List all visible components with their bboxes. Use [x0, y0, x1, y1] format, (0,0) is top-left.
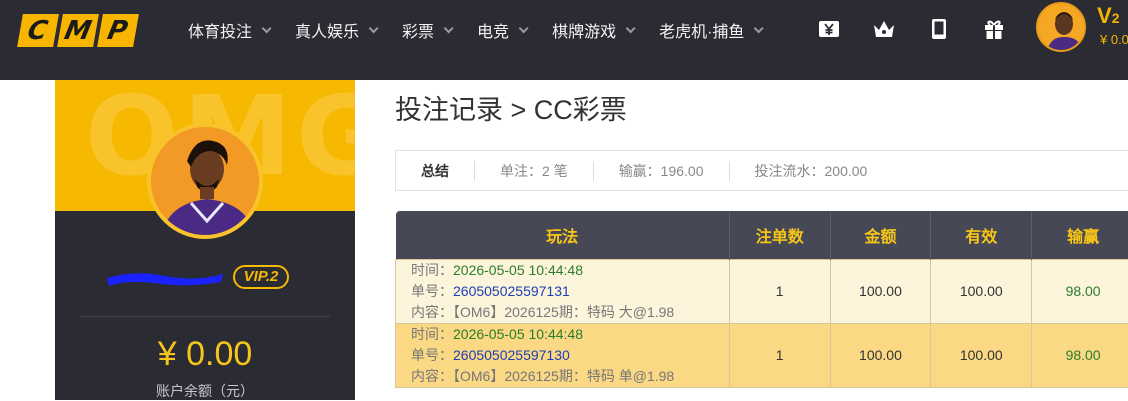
mobile-icon[interactable] [927, 17, 951, 41]
bet-time-line: 时间：2026-05-05 10:44:48 [411, 324, 729, 345]
order-label: 单号： [411, 283, 453, 299]
nav-item-sports[interactable]: 体育投注 [188, 18, 268, 42]
bet-details-cell: 时间：2026-05-05 10:44:48 单号：26050502559713… [396, 259, 730, 323]
user-avatar[interactable] [1036, 2, 1086, 52]
summary-turnover: 投注流水：200.00 [729, 161, 893, 181]
col-header-amount: 金额 [830, 211, 931, 259]
bet-count: 1 [729, 259, 830, 323]
col-header-count: 注单数 [729, 211, 830, 259]
nav-label: 电竞 [477, 18, 509, 42]
chevron-down-icon [262, 23, 272, 33]
table-row[interactable]: 时间：2026-05-05 10:44:48 单号：26050502559713… [396, 323, 1128, 387]
bet-records-table: 玩法 注单数 金额 有效 输赢 时间：2026-05-05 10:44:48 单… [395, 211, 1128, 388]
table-header-row: 玩法 注单数 金额 有效 输赢 [396, 211, 1128, 259]
content-label: 内容： [411, 368, 453, 384]
nav-item-live-casino[interactable]: 真人娱乐 [295, 18, 375, 42]
bet-order-line: 单号：260505025597130 [411, 345, 729, 366]
logo-letter-box: C [17, 14, 59, 47]
nav-label: 体育投注 [188, 18, 252, 42]
bet-content: 【OM6】2026125期：特码 大@1.98 [453, 304, 674, 320]
chevron-down-icon [626, 23, 636, 33]
nav-label: 老虎机·捕鱼 [659, 18, 744, 42]
vip-badge: VIP.2 [233, 265, 289, 289]
bet-win-loss: 98.00 [1032, 323, 1128, 387]
chevron-down-icon [519, 23, 529, 33]
top-navbar: C M P 体育投注 真人娱乐 彩票 电竞 棋牌游戏 老虎机·捕鱼 [0, 0, 1128, 80]
bet-summary-bar: 总结 单注：2 笔 输赢：196.00 投注流水：200.00 [395, 150, 1128, 191]
bet-valid-amount: 100.00 [931, 259, 1032, 323]
table-row[interactable]: 时间：2026-05-05 10:44:48 单号：26050502559713… [396, 259, 1128, 323]
page-title: 投注记录 > CC彩票 [395, 88, 627, 127]
bet-content: 【OM6】2026125期：特码 单@1.98 [453, 368, 674, 384]
bet-details-cell: 时间：2026-05-05 10:44:48 单号：26050502559713… [396, 323, 730, 387]
bet-count: 1 [729, 323, 830, 387]
nav-item-slots-fishing[interactable]: 老虎机·捕鱼 [659, 18, 760, 42]
account-balance: ¥ 0.00 [55, 335, 355, 374]
bet-content-line: 内容：【OM6】2026125期：特码 单@1.98 [411, 366, 729, 387]
nav-label: 彩票 [402, 18, 434, 42]
vip-letter: V [1097, 3, 1112, 28]
bet-time: 2026-05-05 10:44:48 [453, 326, 583, 342]
player-avatar-image [151, 127, 259, 235]
account-balance-label: 账户余额（元） [55, 381, 355, 401]
bet-order-number[interactable]: 260505025597131 [453, 283, 570, 299]
bet-order-number[interactable]: 260505025597130 [453, 347, 570, 363]
summary-title: 总结 [396, 161, 474, 181]
bet-win-loss: 98.00 [1032, 259, 1128, 323]
summary-order-count: 单注：2 笔 [474, 161, 593, 181]
header-balance: ¥ 0.0 [1100, 32, 1128, 47]
time-label: 时间： [411, 262, 453, 278]
currency-icon[interactable] [817, 17, 841, 41]
content-label: 内容： [411, 304, 453, 320]
vip-level-indicator: V2 [1097, 3, 1119, 29]
bet-time: 2026-05-05 10:44:48 [453, 262, 583, 278]
nav-item-esports[interactable]: 电竞 [477, 18, 525, 42]
cmp-logo[interactable]: C M P [20, 14, 136, 47]
col-header-play: 玩法 [396, 211, 730, 259]
logo-letter-m: M [62, 16, 94, 46]
col-header-valid: 有效 [931, 211, 1032, 259]
logo-letter-box: M [57, 14, 99, 47]
chevron-down-icon [754, 23, 764, 33]
player-avatar-image [1038, 4, 1086, 52]
nav-label: 真人娱乐 [295, 18, 359, 42]
gift-icon[interactable] [982, 17, 1006, 41]
summary-win-loss: 输赢：196.00 [593, 161, 729, 181]
divider [80, 316, 330, 317]
bet-content-line: 内容：【OM6】2026125期：特码 大@1.98 [411, 302, 729, 323]
chevron-down-icon [444, 23, 454, 33]
logo-letter-c: C [25, 16, 50, 46]
bet-valid-amount: 100.00 [931, 323, 1032, 387]
profile-avatar [147, 123, 263, 239]
main-nav: 体育投注 真人娱乐 彩票 电竞 棋牌游戏 老虎机·捕鱼 [188, 0, 787, 60]
time-label: 时间： [411, 326, 453, 342]
nav-item-card-games[interactable]: 棋牌游戏 [552, 18, 632, 42]
bet-amount: 100.00 [830, 323, 931, 387]
order-label: 单号： [411, 347, 453, 363]
chevron-down-icon [369, 23, 379, 33]
nav-item-lottery[interactable]: 彩票 [402, 18, 450, 42]
vip-level: 2 [1112, 10, 1120, 26]
bet-order-line: 单号：260505025597131 [411, 281, 729, 302]
bet-amount: 100.00 [830, 259, 931, 323]
profile-sidebar: OMG VIP.2 ¥ 0.00 账户余额（元） [55, 80, 355, 400]
logo-letter-box: P [97, 14, 139, 47]
username-redacted [105, 266, 225, 288]
crown-icon[interactable] [872, 17, 896, 41]
bet-time-line: 时间：2026-05-05 10:44:48 [411, 260, 729, 281]
logo-letter-p: P [105, 16, 130, 46]
nav-label: 棋牌游戏 [552, 18, 616, 42]
col-header-win-loss: 输赢 [1032, 211, 1128, 259]
